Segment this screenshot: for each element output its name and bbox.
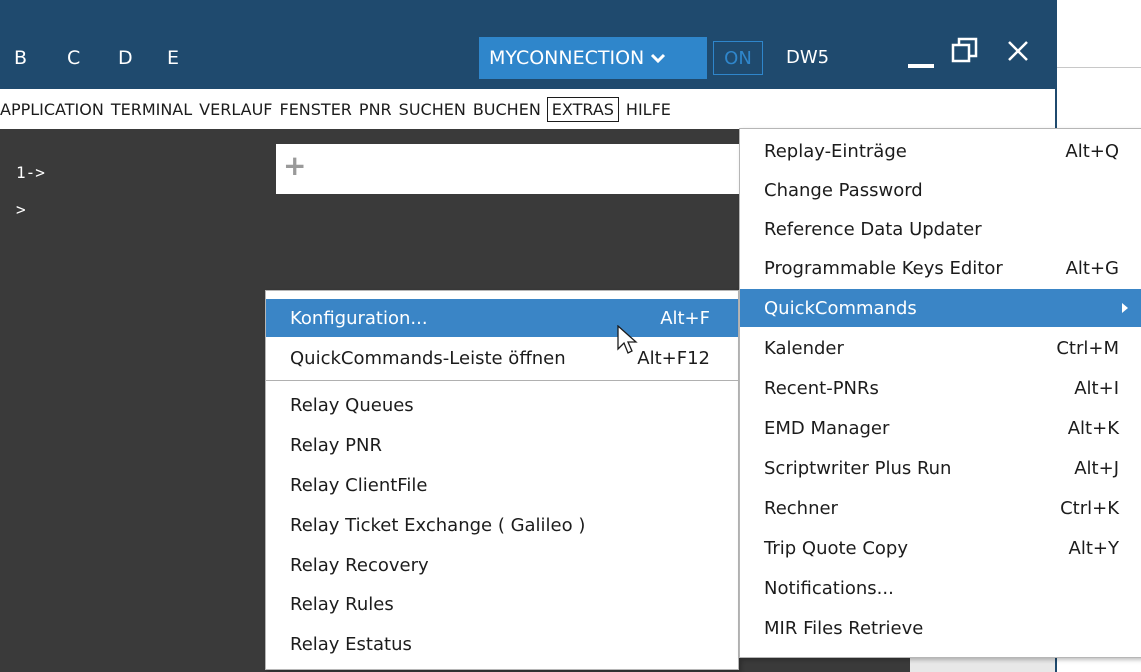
menu-terminal[interactable]: TERMINAL: [111, 100, 192, 119]
menu-item-scriptwriter-plus-run[interactable]: Scriptwriter Plus Run Alt+J: [740, 449, 1141, 487]
tab-letter-c[interactable]: C: [67, 47, 80, 69]
menu-extras[interactable]: EXTRAS: [546, 96, 619, 122]
menu-item-recent-pnrs[interactable]: Recent-PNRs Alt+I: [740, 369, 1141, 407]
on-toggle[interactable]: ON: [713, 41, 763, 75]
terminal-cursor-line: >: [16, 200, 26, 219]
add-tab-icon[interactable]: +: [283, 149, 306, 182]
restore-icon[interactable]: [950, 36, 980, 66]
menu-application[interactable]: APPLICATION: [0, 100, 104, 119]
minimize-icon[interactable]: [906, 40, 938, 70]
menu-item-programmable-keys-editor[interactable]: Programmable Keys Editor Alt+G: [740, 249, 1141, 287]
extras-menu: Replay-Einträge Alt+Q Change Password Re…: [739, 128, 1141, 658]
tab-letter-d[interactable]: D: [118, 47, 133, 69]
menu-item-relay-recovery[interactable]: Relay Recovery: [266, 546, 738, 584]
host-label: DW5: [786, 47, 830, 68]
quickcommands-submenu: Konfiguration... Alt+F QuickCommands-Lei…: [265, 290, 739, 670]
menu-item-relay-ticket-exchange[interactable]: Relay Ticket Exchange ( Galileo ): [266, 506, 738, 544]
menu-item-relay-queues[interactable]: Relay Queues: [266, 386, 738, 424]
menu-item-relay-estatus[interactable]: Relay Estatus: [266, 625, 738, 663]
menu-buchen[interactable]: BUCHEN: [473, 100, 541, 119]
tab-letter-b[interactable]: B: [14, 47, 27, 69]
menu-item-konfiguration[interactable]: Konfiguration... Alt+F: [266, 299, 738, 337]
menu-item-quickcommands-leiste[interactable]: QuickCommands-Leiste öffnen Alt+F12: [266, 339, 738, 377]
chevron-down-icon: [651, 53, 666, 64]
menu-item-relay-rules[interactable]: Relay Rules: [266, 585, 738, 623]
menu-bar: APPLICATION TERMINAL VERLAUF FENSTER PNR…: [0, 89, 1055, 129]
menu-item-rechner[interactable]: Rechner Ctrl+K: [740, 489, 1141, 527]
menu-item-relay-clientfile[interactable]: Relay ClientFile: [266, 466, 738, 504]
menu-item-mir-files-retrieve[interactable]: MIR Files Retrieve: [740, 609, 1141, 647]
menu-item-reference-data-updater[interactable]: Reference Data Updater: [740, 210, 1141, 248]
terminal-line-prompt: 1->: [16, 163, 45, 182]
menu-verlauf[interactable]: VERLAUF: [199, 100, 272, 119]
mouse-pointer-icon: [617, 325, 638, 354]
menu-item-kalender[interactable]: Kalender Ctrl+M: [740, 329, 1141, 367]
menu-item-quickcommands[interactable]: QuickCommands: [740, 289, 1141, 327]
menu-fenster[interactable]: FENSTER: [279, 100, 351, 119]
menu-item-change-password[interactable]: Change Password: [740, 171, 1141, 209]
menu-item-replay-eintraege[interactable]: Replay-Einträge Alt+Q: [740, 132, 1141, 170]
menu-pnr[interactable]: PNR: [359, 100, 392, 119]
submenu-arrow-icon: [1122, 303, 1128, 313]
tab-strip: [276, 144, 741, 194]
menu-hilfe[interactable]: HILFE: [626, 100, 671, 119]
close-icon[interactable]: [1005, 38, 1031, 64]
connection-label: MYCONNECTION: [489, 47, 645, 69]
menu-item-trip-quote-copy[interactable]: Trip Quote Copy Alt+Y: [740, 529, 1141, 567]
title-bar: B C D E MYCONNECTION ON DW5: [0, 0, 1057, 89]
menu-suchen[interactable]: SUCHEN: [399, 100, 466, 119]
menu-item-notifications[interactable]: Notifications...: [740, 569, 1141, 607]
menu-item-relay-pnr[interactable]: Relay PNR: [266, 426, 738, 464]
menu-item-emd-manager[interactable]: EMD Manager Alt+K: [740, 409, 1141, 447]
menu-separator: [266, 380, 738, 381]
tab-letter-e[interactable]: E: [167, 47, 179, 69]
connection-dropdown[interactable]: MYCONNECTION: [479, 37, 707, 79]
